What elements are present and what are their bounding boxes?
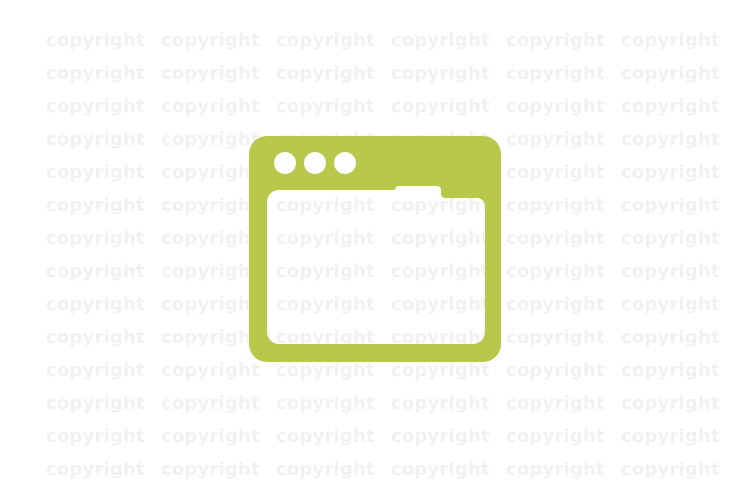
watermark-text: copyright: [46, 360, 145, 381]
watermark-text: copyright: [276, 393, 375, 414]
watermark-row: copyright copyright copyright copyright copy…: [46, 361, 736, 381]
watermark-text: copyright: [621, 294, 720, 315]
watermark-text: copyright: [621, 63, 720, 84]
watermark-text: copyright: [621, 459, 720, 480]
watermark-text: copyright: [391, 393, 490, 414]
watermark-text: copyright: [621, 327, 720, 348]
watermark-text: copyright: [276, 96, 375, 117]
watermark-text: copyright: [46, 96, 145, 117]
watermark-text: copyright: [46, 261, 145, 282]
watermark-text: copyright: [391, 426, 490, 447]
window-dot-1: [274, 152, 296, 174]
watermark-text: copyright: [46, 228, 145, 249]
watermark-text: copyright: [506, 393, 605, 414]
watermark-text: copyright: [506, 261, 605, 282]
watermark-text: copyright: [276, 30, 375, 51]
watermark-text: copyright: [161, 360, 260, 381]
watermark-text: copyright: [506, 228, 605, 249]
watermark-text: copyright: [276, 459, 375, 480]
watermark-text: copyright: [621, 30, 720, 51]
watermark-text: copyright: [506, 96, 605, 117]
watermark-text: copyright: [46, 459, 145, 480]
watermark-text: copyright: [506, 294, 605, 315]
watermark-text: copyright: [506, 129, 605, 150]
canvas: copyright copyright copyright copyright copy…: [0, 0, 750, 500]
watermark-text: copyright: [506, 360, 605, 381]
watermark-text: copyright: [276, 360, 375, 381]
watermark-row: copyright copyright copyright copyright copy…: [46, 64, 736, 84]
watermark-text: copyright: [621, 195, 720, 216]
watermark-row: copyright copyright copyright copyright copy…: [46, 394, 736, 414]
watermark-text: copyright: [46, 63, 145, 84]
watermark-text: copyright: [391, 360, 490, 381]
watermark-text: copyright: [276, 63, 375, 84]
watermark-text: copyright: [161, 96, 260, 117]
watermark-text: copyright: [46, 195, 145, 216]
watermark-text: copyright: [506, 63, 605, 84]
watermark-text: copyright: [506, 162, 605, 183]
watermark-text: copyright: [621, 129, 720, 150]
watermark-row: copyright copyright copyright copyright copy…: [46, 427, 736, 447]
watermark-text: copyright: [161, 63, 260, 84]
watermark-text: copyright: [161, 393, 260, 414]
watermark-text: copyright: [621, 96, 720, 117]
watermark-text: copyright: [46, 129, 145, 150]
watermark-text: copyright: [391, 459, 490, 480]
watermark-text: copyright: [46, 162, 145, 183]
watermark-text: copyright: [276, 426, 375, 447]
watermark-text: copyright: [161, 30, 260, 51]
watermark-text: copyright: [621, 393, 720, 414]
watermark-row: copyright copyright copyright copyright copy…: [46, 460, 736, 480]
watermark-text: copyright: [506, 459, 605, 480]
window-dot-2: [304, 152, 326, 174]
watermark-text: copyright: [46, 294, 145, 315]
watermark-text: copyright: [46, 327, 145, 348]
watermark-row: copyright copyright copyright copyright copy…: [46, 97, 736, 117]
watermark-text: copyright: [391, 30, 490, 51]
watermark-text: copyright: [391, 96, 490, 117]
watermark-text: copyright: [506, 327, 605, 348]
watermark-text: copyright: [621, 228, 720, 249]
watermark-row: copyright copyright copyright copyright copy…: [46, 31, 736, 51]
watermark-text: copyright: [506, 30, 605, 51]
watermark-text: copyright: [621, 426, 720, 447]
watermark-text: copyright: [621, 162, 720, 183]
watermark-text: copyright: [161, 459, 260, 480]
watermark-text: copyright: [46, 393, 145, 414]
watermark-text: copyright: [161, 426, 260, 447]
watermark-text: copyright: [506, 195, 605, 216]
watermark-text: copyright: [621, 360, 720, 381]
window-dot-3: [334, 152, 356, 174]
watermark-text: copyright: [391, 63, 490, 84]
browser-window-icon: [249, 136, 501, 362]
watermark-text: copyright: [46, 30, 145, 51]
watermark-text: copyright: [506, 426, 605, 447]
watermark-text: copyright: [621, 261, 720, 282]
watermark-text: copyright: [46, 426, 145, 447]
